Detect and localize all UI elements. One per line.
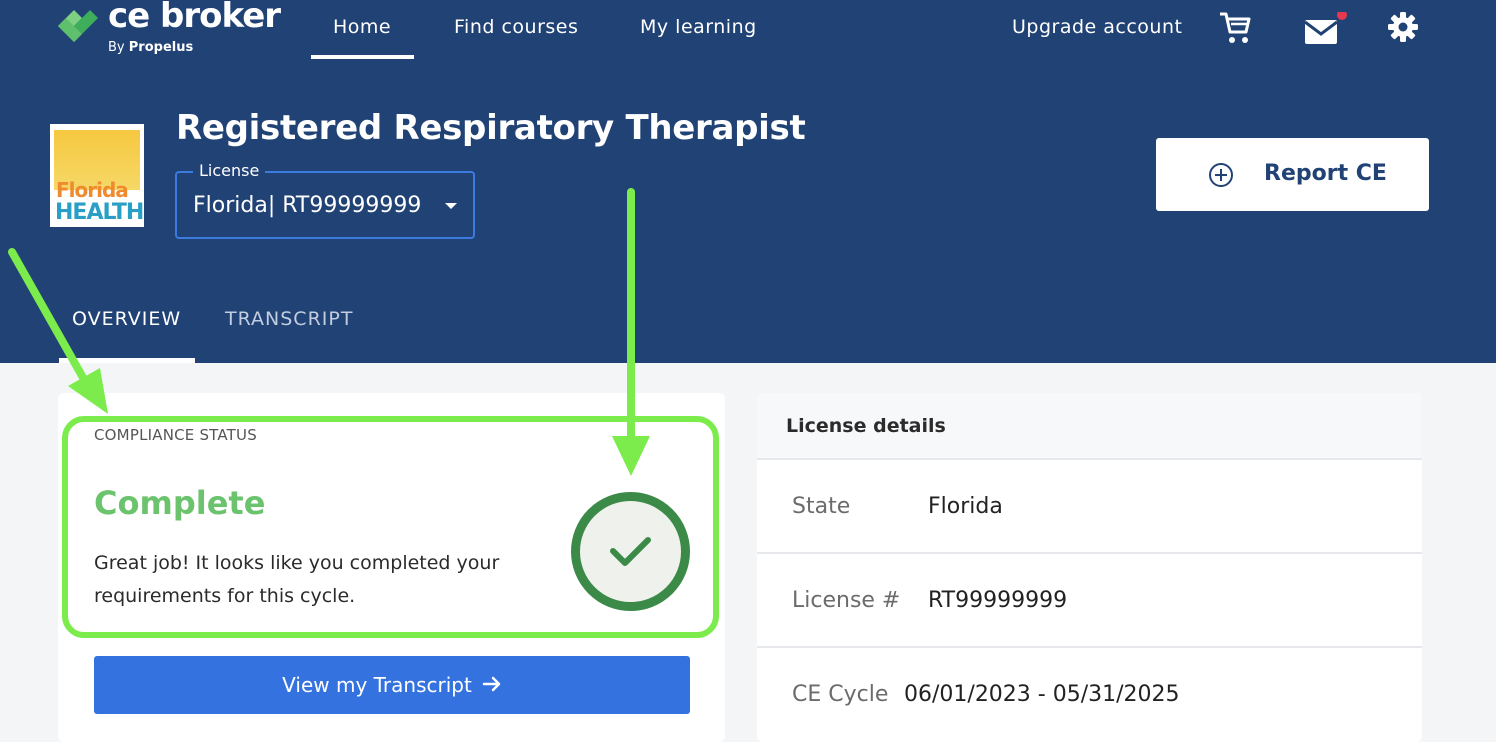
arrow-right-icon — [482, 676, 501, 692]
detail-value: 06/01/2023 - 05/31/2025 — [904, 682, 1180, 707]
view-transcript-text: View my Transcript — [282, 673, 472, 697]
notification-dot — [1337, 12, 1347, 20]
license-select-legend: License — [193, 161, 266, 180]
mail-icon[interactable] — [1303, 12, 1351, 48]
brand-by-prefix: By — [108, 40, 125, 55]
license-details-header: License details — [757, 393, 1422, 460]
detail-label: State — [792, 494, 851, 519]
detail-label: CE Cycle — [792, 682, 889, 707]
license-details-card: License details State Florida License # … — [757, 393, 1422, 742]
detail-row-state: State Florida — [757, 460, 1422, 554]
detail-row-ce-cycle: CE Cycle 06/01/2023 - 05/31/2025 — [757, 648, 1422, 742]
health-logo-text: HEALTH — [55, 200, 144, 225]
brand-name: ce broker — [108, 0, 281, 36]
ce-broker-logo-mark-icon — [58, 10, 98, 42]
florida-health-logo: Florida HEALTH — [50, 124, 144, 227]
license-select-value: Florida| RT99999999 — [193, 193, 422, 218]
detail-value: RT99999999 — [928, 588, 1068, 613]
tab-overview[interactable]: OVERVIEW — [72, 308, 181, 330]
caret-down-icon — [445, 203, 457, 209]
tab-transcript[interactable]: TRANSCRIPT — [225, 308, 353, 330]
page-title: Registered Respiratory Therapist — [176, 108, 806, 148]
nav-home[interactable]: Home — [333, 16, 391, 38]
report-ce-button[interactable]: Report CE — [1156, 138, 1429, 211]
florida-logo-text: Florida — [56, 178, 129, 202]
page-header: ce broker By Propelus Home Find courses … — [0, 0, 1496, 363]
nav-find-courses[interactable]: Find courses — [454, 16, 578, 38]
detail-value: Florida — [928, 494, 1003, 519]
report-ce-label: Report CE — [1264, 161, 1387, 186]
view-transcript-label: View my Transcript — [94, 673, 690, 697]
view-transcript-button[interactable]: View my Transcript — [94, 656, 690, 714]
license-select[interactable]: License Florida| RT99999999 — [175, 161, 475, 239]
add-circle-icon — [1209, 163, 1233, 187]
detail-row-license-number: License # RT99999999 — [757, 554, 1422, 648]
cart-icon[interactable] — [1218, 10, 1252, 46]
gear-icon[interactable] — [1386, 10, 1420, 44]
annotation-highlight-box — [62, 416, 719, 638]
license-details-title: License details — [786, 415, 946, 437]
brand-byline: By Propelus — [108, 40, 193, 55]
tab-active-indicator — [59, 358, 195, 363]
ce-broker-logo[interactable]: ce broker By Propelus — [48, 0, 298, 62]
nav-active-indicator — [311, 55, 414, 59]
detail-label: License # — [792, 588, 901, 613]
nav-my-learning[interactable]: My learning — [640, 16, 757, 38]
upgrade-account-link[interactable]: Upgrade account — [1012, 16, 1182, 38]
brand-company: Propelus — [128, 40, 194, 55]
